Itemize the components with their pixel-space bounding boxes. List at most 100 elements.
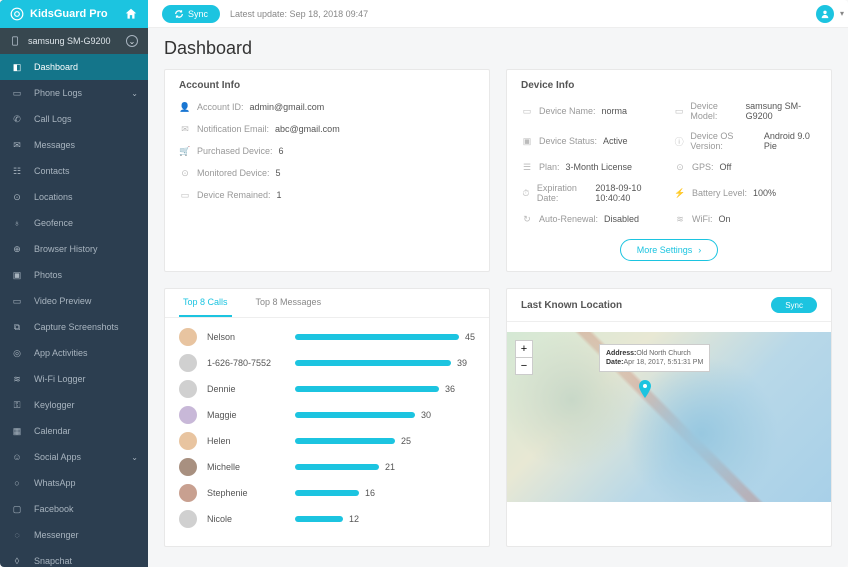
sidebar-item-geofence[interactable]: ♁Geofence <box>0 210 148 236</box>
call-bar <box>295 360 451 366</box>
account-row: ▭Device Remained: 1 <box>179 189 475 201</box>
call-row: Nicole12 <box>179 510 475 528</box>
sidebar-item-whatsapp[interactable]: ○WhatsApp <box>0 470 148 496</box>
sidebar-item-keylogger[interactable]: ⚿ Keylogger <box>0 392 148 418</box>
contacts-icon: ☷ <box>10 164 24 178</box>
call-name: Stephenie <box>207 488 285 498</box>
account-title: Account Info <box>179 80 475 91</box>
sidebar-item-locations[interactable]: ⊙ Locations <box>0 184 148 210</box>
nav-label: Geofence <box>34 218 73 228</box>
sidebar-item-contacts[interactable]: ☷Contacts <box>0 158 148 184</box>
call-value: 25 <box>401 436 411 446</box>
call-row: 1-626-780-755239 <box>179 354 475 372</box>
globe-icon: ⊕ <box>10 242 24 256</box>
avatar <box>179 328 197 346</box>
tab-top-calls[interactable]: Top 8 Calls <box>179 289 232 317</box>
tabs: Top 8 Calls Top 8 Messages <box>165 289 489 318</box>
nav-label: WhatsApp <box>34 478 76 488</box>
sync-button[interactable]: Sync <box>162 5 220 23</box>
row-icon: 🛒 <box>179 145 191 157</box>
nav-menu: ◧Dashboard▭Phone Logs⌄✆Call Logs✉Message… <box>0 54 148 567</box>
device-info-card: Device Info ▭Device Name: norma▭Device M… <box>506 69 832 272</box>
sidebar-item-capture-screenshots[interactable]: ⧉Capture Screenshots <box>0 314 148 340</box>
sidebar-item-video-preview[interactable]: ▭Video Preview <box>0 288 148 314</box>
sidebar-item-calendar[interactable]: ▦ Calendar <box>0 418 148 444</box>
nav-label: Wi-Fi Logger <box>34 374 86 384</box>
row-label: WiFi: <box>692 214 713 224</box>
row-label: Device Remained: <box>197 190 271 200</box>
account-row: ⊙Monitored Device: 5 <box>179 167 475 179</box>
call-value: 16 <box>365 488 375 498</box>
content: Dashboard Account Info 👤Account ID: admi… <box>148 28 848 567</box>
sidebar: KidsGuard Pro samsung SM-G9200 ⌄ ◧Dashbo… <box>0 0 148 567</box>
wifi-icon: ≋ <box>10 372 24 386</box>
device-row: ⓘDevice OS Version: Android 9.0 Pie <box>674 131 817 151</box>
row-label: Device Status: <box>539 136 597 146</box>
row-value: 1 <box>277 190 282 200</box>
call-name: 1-626-780-7552 <box>207 358 285 368</box>
zoom-in-button[interactable]: + <box>516 341 532 358</box>
nav-label: Snapchat <box>34 556 72 566</box>
user-icon <box>820 9 830 19</box>
row-icon: ⓘ <box>674 135 684 147</box>
device-icon <box>10 35 20 47</box>
sidebar-item-social-apps[interactable]: ☺Social Apps⌄ <box>0 444 148 470</box>
key-icon: ⚿ <box>10 398 24 412</box>
sidebar-item-messages[interactable]: ✉Messages <box>0 132 148 158</box>
row-value: Disabled <box>604 214 639 224</box>
user-menu[interactable] <box>816 5 834 23</box>
call-bar <box>295 412 415 418</box>
location-sync-button[interactable]: Sync <box>771 297 817 313</box>
device-row: ⚡Battery Level: 100% <box>674 183 817 203</box>
sidebar-item-facebook[interactable]: ▢Facebook <box>0 496 148 522</box>
map-pin-icon <box>637 380 653 396</box>
call-row: Dennie36 <box>179 380 475 398</box>
call-row: Maggie30 <box>179 406 475 424</box>
nav-label: Locations <box>34 192 73 202</box>
pin-icon: ⊙ <box>10 190 24 204</box>
sidebar-item-snapchat[interactable]: ◊Snapchat <box>0 548 148 567</box>
call-row: Stephenie 16 <box>179 484 475 502</box>
device-row: ↻Auto-Renewal: Disabled <box>521 213 664 225</box>
sidebar-item-phone-logs[interactable]: ▭Phone Logs⌄ <box>0 80 148 106</box>
sidebar-item-messenger[interactable]: ◌Messenger <box>0 522 148 548</box>
tab-top-messages[interactable]: Top 8 Messages <box>252 289 326 317</box>
sidebar-item-dashboard[interactable]: ◧Dashboard <box>0 54 148 80</box>
chevron-down-icon: ⌄ <box>131 453 138 462</box>
nav-label: Keylogger <box>34 400 75 410</box>
sidebar-item-photos[interactable]: ▣Photos <box>0 262 148 288</box>
zoom-out-button[interactable]: − <box>516 358 532 374</box>
chevron-down-icon: ⌄ <box>126 35 138 47</box>
device-title: Device Info <box>521 80 817 91</box>
sidebar-item-browser-history[interactable]: ⊕Browser History <box>0 236 148 262</box>
map-tooltip: Address:Old North Church Date:Apr 18, 20… <box>599 344 710 372</box>
brand-header: KidsGuard Pro <box>0 0 148 28</box>
nav-label: Dashboard <box>34 62 78 72</box>
phone-icon: ▭ <box>10 86 24 100</box>
row-icon: ✉ <box>179 123 191 135</box>
row-icon: ▣ <box>521 135 533 147</box>
sidebar-item-app-activities[interactable]: ◎App Activities <box>0 340 148 366</box>
row-icon: ↻ <box>521 213 533 225</box>
home-icon[interactable] <box>124 7 138 21</box>
call-value: 36 <box>445 384 455 394</box>
more-settings-button[interactable]: More Settings › <box>620 239 719 261</box>
map[interactable]: + − Address:Old North Church Date:Apr 18… <box>507 332 831 502</box>
social-icon: ☺ <box>10 450 24 464</box>
call-bar <box>295 464 379 470</box>
nav-label: Capture Screenshots <box>34 322 119 332</box>
sidebar-item-call-logs[interactable]: ✆Call Logs <box>0 106 148 132</box>
call-bar <box>295 490 359 496</box>
nav-label: Calendar <box>34 426 71 436</box>
row-value: norma <box>602 106 628 116</box>
device-row: ≋WiFi: On <box>674 213 817 225</box>
row-label: GPS: <box>692 162 714 172</box>
device-selector[interactable]: samsung SM-G9200 ⌄ <box>0 28 148 54</box>
nav-label: Call Logs <box>34 114 72 124</box>
fb-icon: ▢ <box>10 502 24 516</box>
avatar <box>179 458 197 476</box>
cal-icon: ▦ <box>10 424 24 438</box>
sidebar-item-wi-fi-logger[interactable]: ≋ Wi-Fi Logger <box>0 366 148 392</box>
row-value: 5 <box>276 168 281 178</box>
device-selector-label: samsung SM-G9200 <box>28 36 111 46</box>
